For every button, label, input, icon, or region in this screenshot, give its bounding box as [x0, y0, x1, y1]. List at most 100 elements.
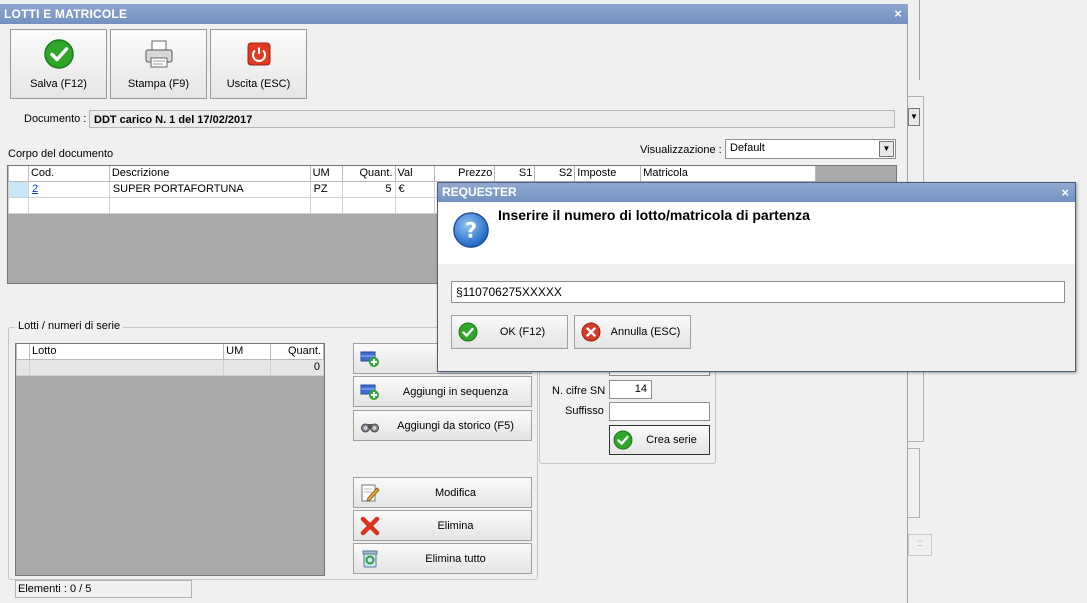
lotti-table-header: Lotto UM Quant. [16, 344, 324, 360]
cell-um: PZ [309, 180, 343, 198]
cell-cod[interactable]: 2 [27, 180, 110, 198]
cell-empty [223, 358, 272, 376]
svg-text:?: ? [465, 219, 477, 243]
background-panel-edge [911, 0, 920, 80]
lotti-table: Lotto UM Quant. 0 [15, 343, 325, 576]
requester-close-icon[interactable]: × [1061, 185, 1069, 200]
col-lotto[interactable]: Lotto [28, 344, 225, 360]
delete-button-label: Elimina [437, 520, 474, 532]
edit-button-label: Modifica [435, 487, 476, 499]
add-row-icon [360, 351, 379, 367]
background-resize-grip[interactable]: :: [908, 534, 932, 556]
corpo-label: Corpo del documento [8, 148, 114, 160]
col-indicator [16, 344, 30, 360]
add-sequence-button[interactable]: Aggiungi in sequenza [353, 376, 532, 407]
visualizzazione-label: Visualizzazione : [640, 144, 722, 156]
col-prezzo[interactable]: Prezzo [434, 166, 496, 182]
lotti-total: 0 [270, 358, 324, 376]
lotti-group-label: Lotti / numeri di serie [15, 320, 124, 332]
cifre-input[interactable]: 14 [609, 380, 652, 399]
checkmark-icon [458, 322, 478, 342]
cell-empty [341, 196, 396, 214]
binoculars-icon [361, 423, 379, 433]
visualizzazione-select[interactable]: Default ▼ [725, 139, 896, 159]
save-button[interactable]: Salva (F12) [10, 29, 107, 99]
cell-empty [27, 196, 110, 214]
cancel-button[interactable]: Annulla (ESC) [574, 315, 691, 349]
add-sequence-icon [360, 384, 379, 400]
edit-button[interactable]: Modifica [353, 477, 532, 508]
ok-button[interactable]: OK (F12) [451, 315, 568, 349]
lotti-total-row: 0 [16, 358, 324, 376]
window-title: LOTTI E MATRICOLE [4, 7, 128, 21]
delete-x-icon [360, 516, 380, 536]
requester-header: ? Inserire il numero di lotto/matricola … [438, 202, 1075, 264]
add-history-label: Aggiungi da storico (F5) [397, 420, 514, 432]
cell-descrizione: SUPER PORTAFORTUNA [108, 180, 311, 198]
cifre-label: N. cifre SN [552, 385, 606, 397]
col-cod[interactable]: Cod. [27, 166, 110, 182]
cifre-value: 14 [634, 383, 647, 395]
row-indicator [8, 180, 29, 198]
add-sequence-label: Aggiungi in sequenza [402, 386, 509, 398]
documento-label: Documento : [24, 113, 87, 125]
printer-icon [145, 40, 172, 68]
col-imposte[interactable]: Imposte [574, 166, 642, 182]
power-icon [247, 42, 270, 66]
window-title-bar: LOTTI E MATRICOLE × [0, 4, 908, 24]
documento-field: DDT carico N. 1 del 17/02/2017 [89, 110, 895, 128]
cell-empty [8, 196, 29, 214]
lotto-input[interactable]: §110706275XXXXX [451, 281, 1065, 303]
requester-title-bar: REQUESTER × [438, 183, 1075, 202]
requester-dialog: REQUESTER × ? Inserire il numero di lott… [437, 182, 1076, 372]
crea-serie-button[interactable]: Crea serie [609, 425, 710, 455]
crea-serie-label: Crea serie [646, 434, 697, 446]
suffisso-input[interactable] [609, 402, 710, 421]
document-table-header: Cod. Descrizione UM Quant. Val Prezzo S1… [8, 166, 816, 182]
cell-quant: 5 [341, 180, 396, 198]
lotti-grid: Lotto UM Quant. 0 [16, 344, 324, 376]
print-button-label: Stampa (F9) [127, 78, 190, 90]
cell-empty [108, 196, 311, 214]
save-button-label: Salva (F12) [30, 78, 87, 90]
cell-empty [394, 196, 436, 214]
exit-button[interactable]: Uscita (ESC) [210, 29, 307, 99]
col-s1[interactable]: S1 [494, 166, 536, 182]
cancel-icon [581, 322, 601, 342]
col-lotto-um[interactable]: UM [223, 344, 272, 360]
delete-button[interactable]: Elimina [353, 510, 532, 541]
col-lotto-quant[interactable]: Quant. [270, 344, 324, 360]
requester-prompt: Inserire il numero di lotto/matricola di… [498, 207, 810, 223]
checkmark-icon [613, 430, 633, 450]
cell-empty [28, 358, 225, 376]
col-val[interactable]: Val [394, 166, 436, 182]
recycle-bin-icon [362, 550, 378, 568]
background-frame-lower [908, 448, 920, 518]
cell-empty [309, 196, 343, 214]
cancel-button-label: Annulla (ESC) [610, 326, 681, 338]
elementi-status: Elementi : 0 / 5 [15, 580, 192, 598]
suffisso-label: Suffisso [565, 405, 604, 417]
delete-all-label: Elimina tutto [425, 553, 486, 565]
edit-pencil-icon [361, 484, 380, 502]
cod-link[interactable]: 2 [32, 183, 38, 195]
cell-val: € [394, 180, 436, 198]
col-indicator [8, 166, 29, 182]
col-quant[interactable]: Quant. [341, 166, 396, 182]
window-close-icon[interactable]: × [894, 6, 902, 21]
exit-button-label: Uscita (ESC) [226, 78, 291, 90]
col-descrizione[interactable]: Descrizione [108, 166, 311, 182]
delete-all-button[interactable]: Elimina tutto [353, 543, 532, 574]
ok-button-label: OK (F12) [499, 326, 546, 338]
chevron-down-icon[interactable]: ▼ [879, 141, 894, 157]
col-matricola[interactable]: Matricola [640, 166, 816, 182]
requester-title: REQUESTER [442, 185, 517, 199]
print-button[interactable]: Stampa (F9) [110, 29, 207, 99]
checkmark-icon [43, 39, 74, 69]
col-um[interactable]: UM [309, 166, 343, 182]
col-s2[interactable]: S2 [534, 166, 576, 182]
question-icon: ? [453, 212, 489, 248]
visualizzazione-value: Default [730, 142, 765, 154]
cell-empty [16, 358, 30, 376]
add-history-button[interactable]: Aggiungi da storico (F5) [353, 410, 532, 441]
